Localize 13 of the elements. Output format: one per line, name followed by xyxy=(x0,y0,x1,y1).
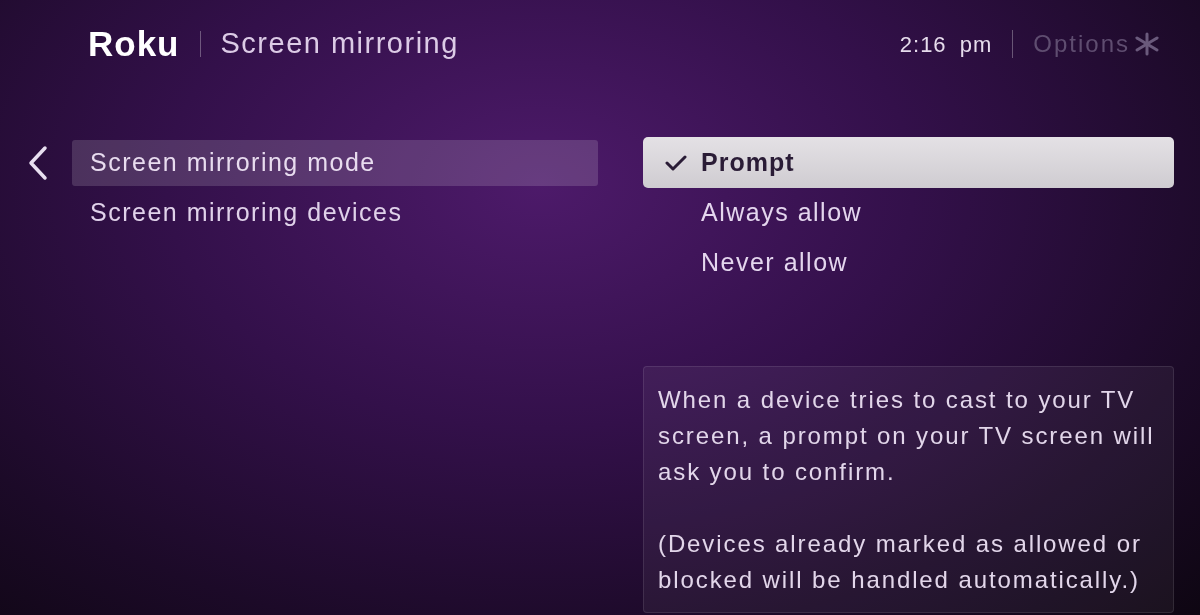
option-item[interactable]: Never allow xyxy=(643,238,1174,288)
menu-item[interactable]: Screen mirroring devices xyxy=(72,190,598,236)
checkmark-icon xyxy=(665,153,687,172)
back-chevron-icon[interactable] xyxy=(27,145,49,181)
page-title: Screen mirroring xyxy=(220,26,459,62)
description-text: When a device tries to cast to your TV screen, a prompt on your TV screen will ask you to confirm. xyxy=(658,385,1156,487)
option-item[interactable]: Always allow xyxy=(643,188,1174,238)
menu-item[interactable]: Screen mirroring mode xyxy=(72,140,598,186)
clock-time: 2:16 pm xyxy=(899,30,993,59)
option-item[interactable]: Prompt xyxy=(643,137,1174,188)
logo: Roku xyxy=(88,22,180,65)
asterisk-icon[interactable] xyxy=(1134,32,1160,56)
description-text: (Devices already marked as allowed or blocked will be handled automatically.) xyxy=(658,529,1143,595)
